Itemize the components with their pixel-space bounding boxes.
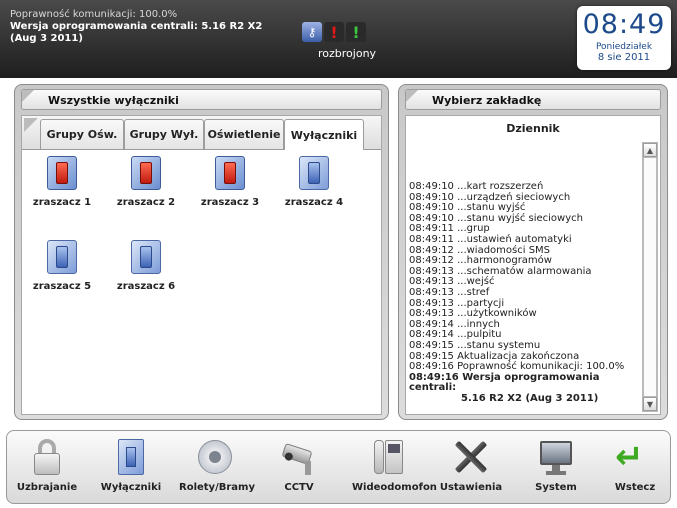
camera-icon[interactable] <box>279 437 319 477</box>
log-entry: 08:49:11 ...ustawień automatyki <box>409 233 572 245</box>
log-list: 08:49:10 ...kart rozszerzeń 08:49:10 ...… <box>409 181 644 405</box>
nav-label: Wstecz <box>614 482 656 493</box>
clock-day: Poniedziałek <box>595 42 653 52</box>
nav-label: System <box>535 482 577 493</box>
nav-ustawienia[interactable]: Ustawienia <box>435 437 507 493</box>
nav-rolety-bramy[interactable]: Rolety/Bramy <box>179 437 255 493</box>
log-panel-title: Wybierz zakładkę <box>432 94 542 107</box>
nav-wstecz[interactable]: ↵ Wstecz <box>599 437 671 493</box>
nav-cctv[interactable]: CCTV <box>263 437 335 493</box>
log-panel-header[interactable]: Wybierz zakładkę <box>405 89 661 110</box>
log-entry-last: 08:49:16 Wersja oprogramowania centrali:… <box>409 371 644 405</box>
nav-system[interactable]: System <box>520 437 592 493</box>
clock-date: 8 sie 2011 <box>597 52 651 63</box>
nav-label: CCTV <box>284 482 314 493</box>
log-title: Dziennik <box>506 122 560 135</box>
back-arrow-icon[interactable]: ↵ <box>615 437 655 477</box>
switch-on-icon[interactable] <box>47 156 77 190</box>
switch-on-icon[interactable] <box>215 156 245 190</box>
log-entry-last-line1: 08:49:16 Wersja oprogramowania centrali: <box>409 371 600 394</box>
tools-icon[interactable] <box>451 437 491 477</box>
nav-uzbrajanie[interactable]: Uzbrajanie <box>11 437 83 493</box>
scroll-up-icon[interactable]: ▲ <box>643 143 657 157</box>
switch-on-icon[interactable] <box>131 156 161 190</box>
switch-icon[interactable] <box>111 437 151 477</box>
nav-label: Wideodomofon <box>352 482 437 493</box>
switch-zraszacz-6[interactable]: zraszacz 6 <box>106 240 186 292</box>
scroll-down-icon[interactable]: ▼ <box>643 397 657 411</box>
corner-fold-icon <box>22 90 34 102</box>
nav-label: Ustawienia <box>439 482 503 493</box>
log-entry: 08:49:13 ...stref <box>409 286 490 298</box>
warning-icon[interactable]: ! <box>324 22 344 42</box>
switch-label: zraszacz 5 <box>32 281 92 292</box>
switch-zraszacz-5[interactable]: zraszacz 5 <box>22 240 102 292</box>
blinds-icon[interactable] <box>195 437 235 477</box>
comm-status-text: Poprawność komunikacji: 100.0% <box>10 9 178 20</box>
ok-icon[interactable]: ! <box>346 22 366 42</box>
switch-label: zraszacz 6 <box>116 281 176 292</box>
switches-panel-header: Wszystkie wyłączniki <box>21 89 382 110</box>
switch-off-icon[interactable] <box>299 156 329 190</box>
bottom-nav: Uzbrajanie Wyłączniki Rolety/Bramy CCTV … <box>6 430 671 504</box>
nav-label: Rolety/Bramy <box>179 482 255 493</box>
log-entry-last-line2: 5.16 R2 X2 (Aug 3 2011) <box>461 392 599 404</box>
firmware-version-text: Wersja oprogramowania centrali: 5.16 R2 … <box>10 21 263 32</box>
tab-wylaczniki[interactable]: Wyłączniki <box>284 119 364 150</box>
log-scrollbar[interactable]: ▲ ▼ <box>642 142 658 412</box>
switch-zraszacz-3[interactable]: zraszacz 3 <box>190 156 270 208</box>
switch-label: zraszacz 3 <box>200 197 260 208</box>
log-panel: Wybierz zakładkę Dziennik 08:49:10 ...ka… <box>398 84 668 420</box>
intercom-icon[interactable] <box>368 437 408 477</box>
log-content: Dziennik 08:49:10 ...kart rozszerzeń 08:… <box>405 115 661 415</box>
status-icons: ⚷ ! ! <box>302 22 366 42</box>
monitor-icon[interactable] <box>536 437 576 477</box>
tab-bar: Grupy Ośw. Grupy Wył. Oświetlenie Wyłącz… <box>22 116 381 150</box>
switch-zraszacz-1[interactable]: zraszacz 1 <box>22 156 102 208</box>
switches-panel: Wszystkie wyłączniki Grupy Ośw. Grupy Wy… <box>14 84 389 420</box>
switch-zraszacz-2[interactable]: zraszacz 2 <box>106 156 186 208</box>
corner-fold-icon <box>406 90 418 102</box>
clock-time: 08:49 <box>582 9 666 40</box>
switch-label: zraszacz 2 <box>116 197 176 208</box>
tab-grupy-osw[interactable]: Grupy Ośw. <box>40 119 124 149</box>
switch-off-icon[interactable] <box>131 240 161 274</box>
switch-off-icon[interactable] <box>47 240 77 274</box>
tab-grupy-wyl[interactable]: Grupy Wył. <box>124 119 204 149</box>
top-status-bar: Poprawność komunikacji: 100.0% Wersja op… <box>0 0 677 78</box>
nav-wideodomofon[interactable]: Wideodomofon <box>352 437 437 493</box>
nav-label: Wyłączniki <box>100 482 162 493</box>
switches-content: Grupy Ośw. Grupy Wył. Oświetlenie Wyłącz… <box>21 115 382 415</box>
switch-label: zraszacz 4 <box>284 197 344 208</box>
nav-wylaczniki[interactable]: Wyłączniki <box>95 437 167 493</box>
corner-fold-icon <box>24 118 38 132</box>
lock-icon[interactable] <box>27 437 67 477</box>
scroll-thumb[interactable] <box>643 157 657 397</box>
log-entry: 08:49:10 ...kart rozszerzeń <box>409 181 544 192</box>
switches-panel-title: Wszystkie wyłączniki <box>48 94 179 107</box>
switch-zraszacz-4[interactable]: zraszacz 4 <box>274 156 354 208</box>
key-icon[interactable]: ⚷ <box>302 22 322 42</box>
log-entry: 08:49:15 ...stanu systemu <box>409 339 541 351</box>
switch-label: zraszacz 1 <box>32 197 92 208</box>
clock: 08:49 Poniedziałek 8 sie 2011 <box>577 6 671 70</box>
firmware-date-text: (Aug 3 2011) <box>10 33 83 44</box>
armed-status: rozbrojony <box>318 47 377 60</box>
tab-oswietlenie[interactable]: Oświetlenie <box>204 119 284 149</box>
nav-label: Uzbrajanie <box>16 482 78 493</box>
